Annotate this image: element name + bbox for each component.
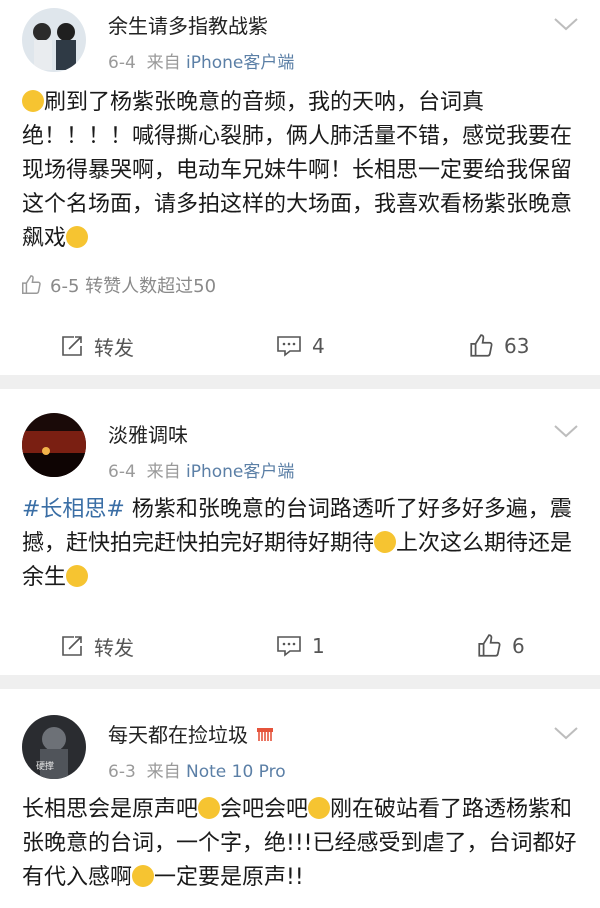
like-button[interactable]: 63 [468,326,529,366]
repost-button[interactable]: 转发 [60,626,134,666]
fear-emoji [308,797,331,819]
post-text: 长相思会是原声吧 会吧会吧 刚在破站看了路透杨紫和张晚意的台词，一个字，绝!!!已经… [22,797,577,890]
post-source: iPhone客户端 [186,53,295,73]
hashtag-link[interactable]: #长相思# [22,497,125,522]
kiss-emoji [374,531,397,553]
post-text: 刷到了杨紫张晚意的音频，我的天呐，台词真绝！！！！喊得撕心裂肺，俩人肺活量不错，… [22,90,573,251]
post-meta: 6-3 来自 Note 10 Pro [108,757,286,782]
avatar[interactable] [22,413,86,477]
avatar[interactable]: 硬撑 [22,715,86,779]
post-meta: 6-4 来自 iPhone客户端 [108,48,294,73]
separator [0,375,600,389]
post-2: 淡雅调味 6-4 来自 iPhone客户端 #长相思# 杨紫和张晚意的台词路透听… [0,389,600,675]
post-3: 硬撑 每天都在捡垃圾 6-3 来自 Note 10 Pro 长相思会是原声吧 会吧… [0,689,600,908]
post-meta: 6-4 来自 iPhone客户端 [108,457,294,482]
like-icon [478,634,501,657]
action-bar: 转发 1 6 [0,626,600,666]
comment-button[interactable]: 1 [276,626,325,666]
from-label: 来自 [146,762,181,782]
username[interactable]: 余生请多指教战紫 [108,10,268,39]
username[interactable]: 淡雅调味 [108,419,188,448]
laugh-cry-emoji [66,226,89,248]
chevron-down-icon[interactable] [552,16,580,32]
comment-icon [277,636,301,657]
comment-button[interactable]: 4 [276,326,325,366]
post-date: 6-4 [108,53,136,73]
chevron-down-icon[interactable] [552,725,580,741]
repost-icon [62,636,82,656]
post-1: 余生请多指教战紫 6-4 来自 iPhone客户端 刷到了杨紫张晚意的音频，我的… [0,0,600,375]
fear-emoji [198,797,221,819]
like-icon [470,334,493,357]
grin-emoji [66,565,89,587]
avatar[interactable] [22,8,86,72]
comb-emoji [257,728,274,741]
username[interactable]: 每天都在捡垃圾 [108,719,276,748]
laugh-cry-emoji [22,90,44,112]
like-icon [22,275,41,294]
repost-icon [62,336,82,356]
repost-like-summary: 6-5 转赞人数超过50 [20,272,216,298]
action-bar: 转发 4 63 [0,326,600,366]
post-date: 6-4 [108,462,136,482]
post-source: iPhone客户端 [186,462,295,482]
repost-button[interactable]: 转发 [60,326,134,366]
comment-icon [277,336,301,357]
from-label: 来自 [146,462,181,482]
from-label: 来自 [146,53,181,73]
chevron-down-icon[interactable] [552,423,580,439]
post-source: Note 10 Pro [186,762,286,782]
avatar-caption: 硬撑 [36,762,55,772]
separator [0,675,600,689]
cry-emoji [132,865,155,887]
like-button[interactable]: 6 [476,626,525,666]
post-date: 6-3 [108,762,136,782]
post-text: #长相思# 杨紫和张晚意的台词路透听了好多好多遍，震撼，赶快拍完赶快拍完好期待好… [22,497,573,590]
